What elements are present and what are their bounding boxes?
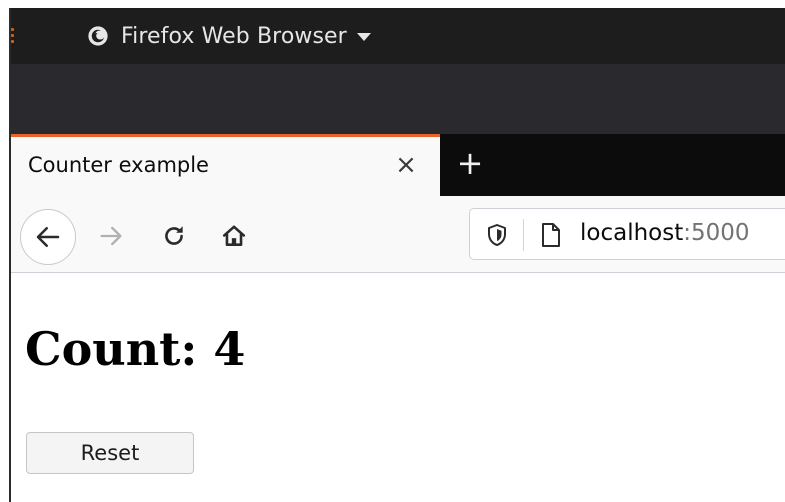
url-host: localhost	[580, 220, 684, 246]
arrow-left-icon	[36, 227, 60, 247]
app-name: Firefox Web Browser	[121, 23, 347, 49]
back-button[interactable]	[20, 209, 76, 265]
url-port: :5000	[683, 220, 750, 246]
count-heading: Count: 4	[25, 322, 246, 376]
page-icon[interactable]	[541, 222, 561, 248]
activities-indicator[interactable]	[11, 26, 16, 46]
url-bar[interactable]: localhost:5000	[469, 208, 785, 260]
urlbar-separator	[523, 219, 524, 251]
reload-icon	[165, 226, 183, 245]
navigation-toolbar: localhost:5000	[11, 196, 785, 273]
shield-icon[interactable]	[486, 223, 508, 247]
url-text[interactable]: localhost:5000	[580, 220, 750, 246]
tab-strip: Counter example × +	[11, 134, 785, 196]
forward-button[interactable]	[93, 218, 129, 254]
screen: Firefox Web Browser Counter example × +	[0, 0, 785, 502]
reset-button[interactable]: Reset	[26, 432, 194, 474]
tab-title: Counter example	[28, 153, 209, 177]
page-content: Count: 4 Reset	[11, 274, 785, 502]
home-button[interactable]	[216, 218, 252, 254]
new-tab-button[interactable]: +	[455, 147, 485, 179]
arrow-right-icon	[100, 226, 122, 246]
close-icon[interactable]: ×	[394, 152, 418, 178]
system-top-bar: Firefox Web Browser	[11, 8, 785, 64]
reload-button[interactable]	[156, 218, 192, 254]
app-menu[interactable]: Firefox Web Browser	[87, 22, 371, 50]
home-icon	[222, 225, 246, 246]
tab-counter-example[interactable]: Counter example ×	[11, 134, 440, 196]
chevron-down-icon	[356, 33, 371, 41]
firefox-icon	[88, 26, 108, 46]
window-titlebar[interactable]	[11, 64, 785, 134]
